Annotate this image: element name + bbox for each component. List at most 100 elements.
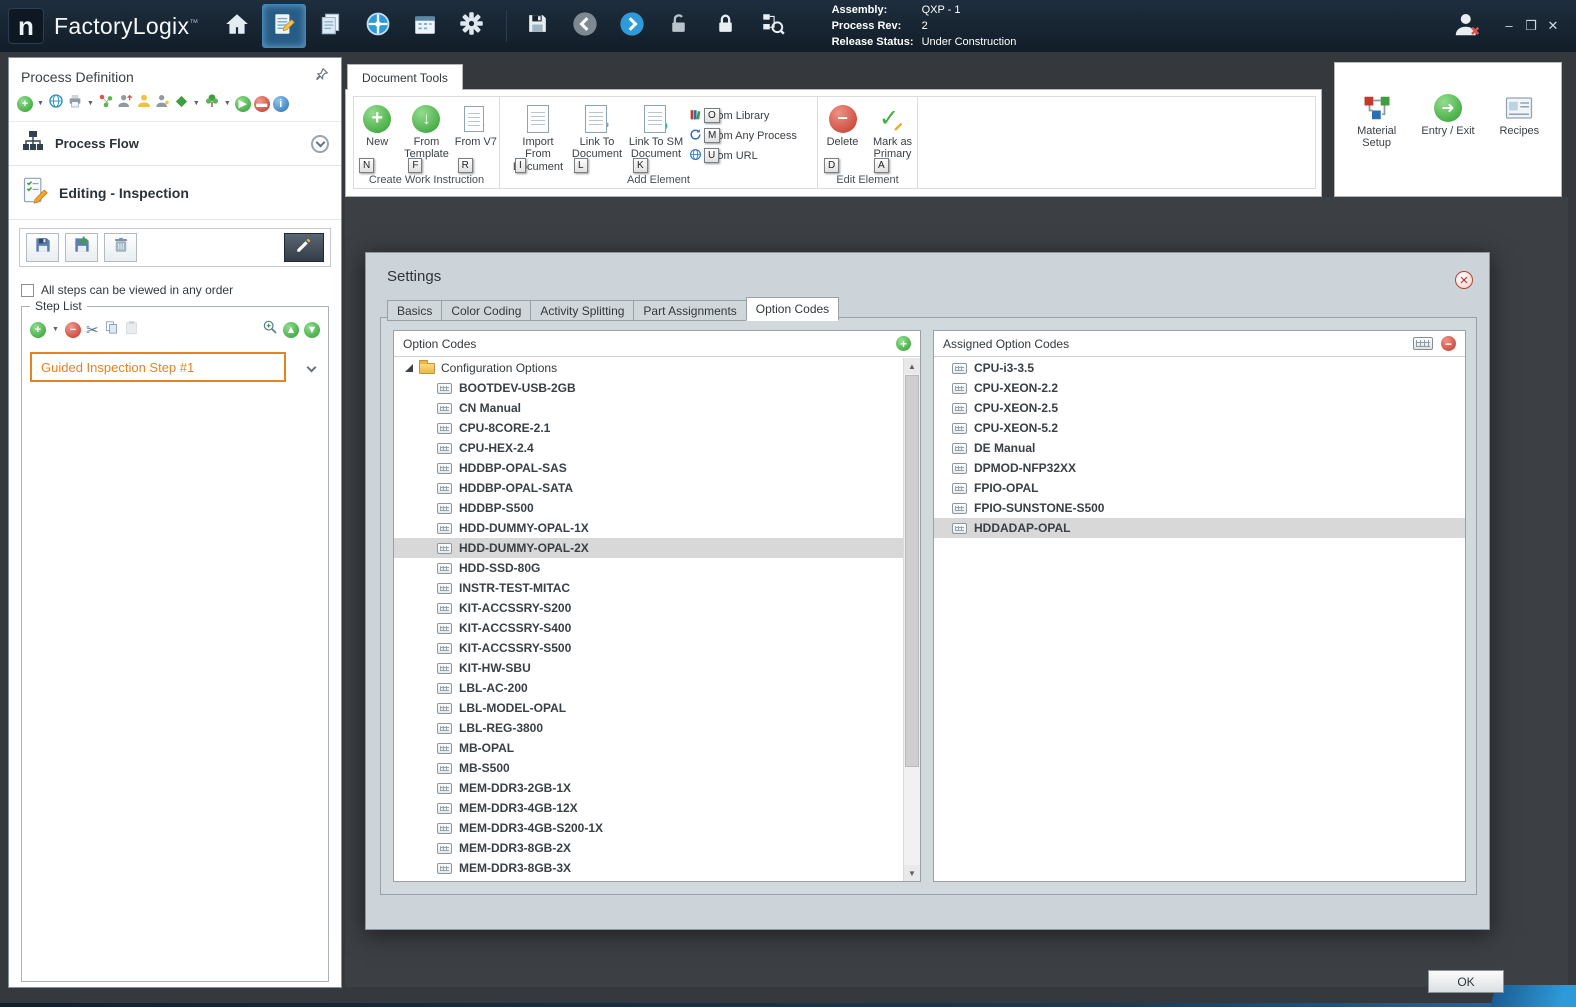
option-code-item[interactable]: FPIO-OPAL: [934, 478, 1465, 498]
document-tools-tab[interactable]: Document Tools: [347, 64, 463, 90]
option-code-item[interactable]: CPU-HEX-2.4: [394, 438, 903, 458]
scroll-down-arrow[interactable]: ▼: [904, 865, 920, 881]
settings-tab-basics[interactable]: Basics: [387, 300, 441, 321]
option-code-item[interactable]: MEM-DDR3-8GB-2X: [394, 838, 903, 858]
flag-green-icon[interactable]: [174, 94, 189, 114]
recipes-button[interactable]: Recipes: [1490, 89, 1549, 196]
settings-tab-color-coding[interactable]: Color Coding: [441, 300, 530, 321]
unlock-button[interactable]: [657, 4, 701, 48]
option-code-item[interactable]: HDD-DUMMY-OPAL-1X: [394, 518, 903, 538]
option-code-item[interactable]: KIT-ACCSSRY-S200: [394, 598, 903, 618]
schedule-button[interactable]: [403, 4, 447, 48]
from-url-button[interactable]: From URL U: [687, 146, 807, 166]
print-icon[interactable]: [67, 93, 83, 114]
option-code-item[interactable]: LBL-AC-200: [394, 678, 903, 698]
step-expander-icon[interactable]: [307, 362, 317, 372]
home-button[interactable]: [215, 4, 259, 48]
minimize-button[interactable]: –: [1498, 18, 1520, 34]
edit-mode-button[interactable]: [284, 233, 324, 262]
from-any-process-button[interactable]: From Any Process M: [687, 126, 807, 146]
dispatch-button[interactable]: [356, 4, 400, 48]
option-code-item[interactable]: KIT-ACCSSRY-S500: [394, 638, 903, 658]
option-code-item[interactable]: KIT-ACCSSRY-S400: [394, 618, 903, 638]
user-star-icon[interactable]: [155, 93, 171, 114]
documents-button[interactable]: [309, 4, 353, 48]
configuration-options-node[interactable]: Configuration Options: [394, 358, 903, 378]
option-code-item[interactable]: FPIO-SUNSTONE-S500: [934, 498, 1465, 518]
logout-user-icon[interactable]: [1452, 9, 1482, 44]
delete-work-instruction-button[interactable]: [104, 233, 137, 262]
move-step-down-icon[interactable]: ▼: [304, 322, 320, 338]
ok-button[interactable]: OK: [1428, 970, 1504, 993]
any-order-checkbox[interactable]: [21, 284, 34, 297]
forward-button[interactable]: [610, 4, 654, 48]
pin-icon[interactable]: [315, 67, 329, 86]
user-upload-icon[interactable]: [117, 93, 133, 114]
cut-icon[interactable]: ✂: [86, 321, 99, 339]
add-process-icon[interactable]: +: [17, 96, 33, 112]
option-code-item[interactable]: LBL-MODEL-OPAL: [394, 698, 903, 718]
info-icon[interactable]: i: [273, 96, 289, 112]
entry-exit-button[interactable]: ➜ Entry / Exit: [1418, 89, 1477, 196]
add-step-icon[interactable]: +: [30, 322, 46, 338]
option-code-item[interactable]: MB-S500: [394, 758, 903, 778]
option-code-item[interactable]: INSTR-TEST-MITAC: [394, 578, 903, 598]
option-code-item[interactable]: BOOTDEV-USB-2GB: [394, 378, 903, 398]
option-code-item[interactable]: MEM-DDR3-8GB-3X: [394, 858, 903, 878]
lock-button[interactable]: [704, 4, 748, 48]
move-step-up-icon[interactable]: ▲: [283, 322, 299, 338]
option-code-item[interactable]: CN Manual: [394, 398, 903, 418]
option-code-item[interactable]: CPU-i3-3.5: [934, 358, 1465, 378]
back-button[interactable]: [563, 4, 607, 48]
option-code-item[interactable]: CPU-XEON-5.2: [934, 418, 1465, 438]
option-code-item[interactable]: CPU-XEON-2.2: [934, 378, 1465, 398]
remove-assigned-button[interactable]: −: [1441, 336, 1456, 351]
save-button[interactable]: [516, 4, 560, 48]
option-code-item[interactable]: HDDBP-OPAL-SATA: [394, 478, 903, 498]
scrollbar-thumb[interactable]: [905, 375, 919, 767]
add-option-code-button[interactable]: +: [896, 336, 911, 351]
settings-tab-option-codes[interactable]: Option Codes: [746, 297, 839, 321]
option-code-item[interactable]: MEM-DDR3-2GB-1X: [394, 778, 903, 798]
process-flow-row[interactable]: Process Flow: [9, 122, 341, 166]
close-button[interactable]: ✕: [1542, 18, 1564, 34]
option-code-item[interactable]: CPU-XEON-2.5: [934, 398, 1465, 418]
share-nodes-icon[interactable]: [98, 93, 114, 114]
run-icon[interactable]: ▶: [235, 96, 251, 112]
material-setup-button[interactable]: Material Setup: [1347, 89, 1406, 196]
option-code-item[interactable]: MEM-DDR3-4GB-S200-1X: [394, 818, 903, 838]
paste-icon[interactable]: [124, 320, 139, 340]
step-item-selected[interactable]: Guided Inspection Step #1: [30, 352, 286, 382]
option-code-item[interactable]: HDD-DUMMY-OPAL-2X: [394, 538, 903, 558]
option-code-item[interactable]: DPMOD-NFP32XX: [934, 458, 1465, 478]
remove-step-icon[interactable]: −: [65, 322, 81, 338]
option-code-keyboard-icon[interactable]: [1413, 337, 1433, 350]
option-code-item[interactable]: MB-OPAL: [394, 738, 903, 758]
option-code-item[interactable]: HDDBP-OPAL-SAS: [394, 458, 903, 478]
dialog-close-icon[interactable]: ✕: [1455, 271, 1473, 289]
process-definition-button[interactable]: [262, 4, 306, 48]
option-code-item[interactable]: HDDADAP-OPAL: [934, 518, 1465, 538]
from-library-button[interactable]: From Library O: [687, 106, 807, 126]
globe-icon[interactable]: [48, 93, 64, 114]
stop-icon[interactable]: ▬: [254, 96, 270, 112]
maximize-button[interactable]: ❒: [1520, 18, 1542, 34]
tree-icon[interactable]: [204, 93, 220, 114]
settings-tab-activity-splitting[interactable]: Activity Splitting: [530, 300, 633, 321]
editing-inspection-row[interactable]: Editing - Inspection: [9, 166, 341, 220]
user-yellow-icon[interactable]: [136, 93, 152, 114]
option-code-item[interactable]: KIT-HW-SBU: [394, 658, 903, 678]
copy-icon[interactable]: [104, 320, 119, 340]
process-audit-button[interactable]: [751, 4, 795, 48]
option-code-item[interactable]: HDD-SSD-80G: [394, 558, 903, 578]
option-code-item[interactable]: CPU-8CORE-2.1: [394, 418, 903, 438]
zoom-step-icon[interactable]: [262, 319, 278, 340]
import-work-instruction-button[interactable]: [65, 233, 98, 262]
tree-expander-icon[interactable]: [405, 364, 413, 372]
settings-tab-part-assignments[interactable]: Part Assignments: [633, 300, 745, 321]
option-code-item[interactable]: DE Manual: [934, 438, 1465, 458]
save-work-instruction-button[interactable]: [26, 233, 59, 262]
option-code-item[interactable]: LBL-REG-3800: [394, 718, 903, 738]
option-code-item[interactable]: MEM-DDR3-4GB-12X: [394, 798, 903, 818]
option-code-item[interactable]: HDDBP-S500: [394, 498, 903, 518]
